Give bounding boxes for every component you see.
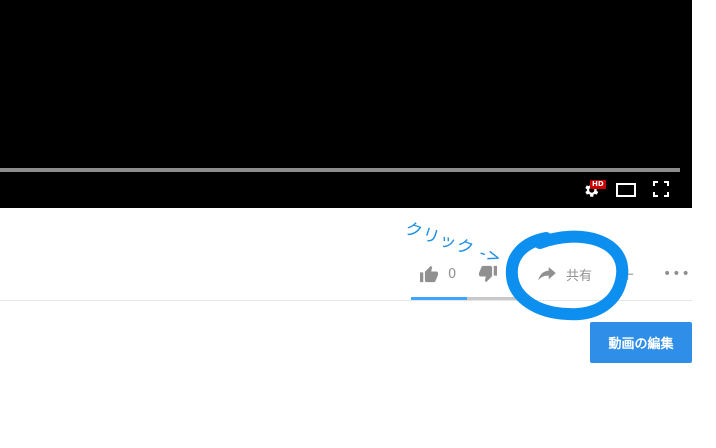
like-button[interactable]: 0 — [419, 262, 456, 286]
hd-badge: HD — [590, 180, 606, 189]
fullscreen-icon — [653, 181, 669, 197]
theater-mode-icon — [616, 183, 636, 197]
more-actions-button[interactable]: ••• — [663, 262, 691, 286]
fullscreen-button[interactable] — [653, 181, 671, 199]
settings-button[interactable]: HD — [582, 180, 606, 199]
annotation-text: クリック -> — [402, 218, 505, 269]
more-icon: ••• — [663, 266, 691, 282]
thumbs-up-icon — [420, 265, 438, 283]
share-arrow-icon — [538, 267, 556, 281]
section-divider — [0, 300, 692, 301]
video-player[interactable]: HD — [0, 0, 692, 208]
add-icon: + — [620, 263, 636, 285]
add-to-playlist-button[interactable]: + — [620, 262, 635, 286]
like-count: 0 — [448, 266, 457, 282]
edit-video-button[interactable]: 動画の編集 — [590, 322, 692, 363]
progress-bar[interactable] — [0, 168, 680, 172]
share-button[interactable]: 共有 — [538, 262, 592, 286]
share-label: 共有 — [566, 268, 593, 284]
theater-mode-button[interactable] — [616, 181, 636, 199]
